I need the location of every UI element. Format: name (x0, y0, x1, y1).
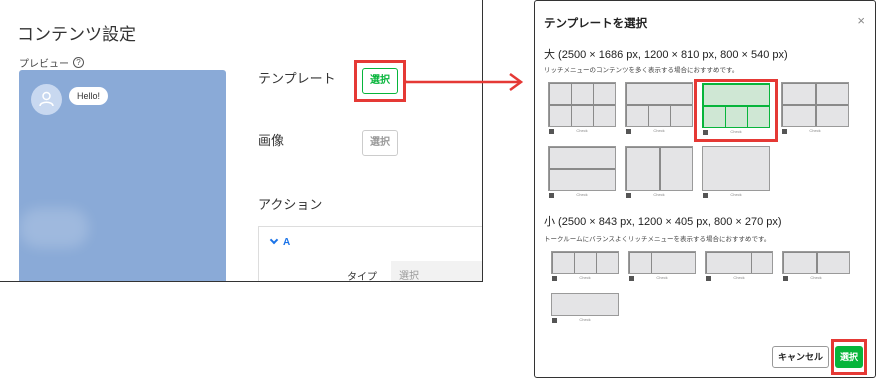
select-button[interactable]: 選択 (835, 346, 863, 368)
chat-bubble: Hello! (69, 87, 109, 105)
close-icon[interactable]: × (857, 13, 865, 28)
thumb-caption: Check (653, 192, 665, 197)
type-select[interactable]: 選択 (391, 261, 482, 281)
template-large-2-cols[interactable]: Check (625, 146, 693, 200)
template-small-3[interactable]: Check (551, 251, 619, 283)
avatar (31, 84, 62, 115)
chevron-down-icon (269, 235, 279, 245)
image-label: 画像 (258, 133, 285, 148)
template-large-2-rows[interactable]: Check (548, 146, 616, 200)
template-small-2[interactable]: Check (782, 251, 850, 283)
template-select-button[interactable]: 選択 (362, 68, 398, 94)
help-icon[interactable]: ? (73, 57, 84, 68)
thumb-caption: Check (656, 275, 668, 280)
preview-label: プレビュー ? (19, 55, 84, 70)
template-large-6[interactable]: Check (548, 82, 616, 136)
content-settings-panel: コンテンツ設定 プレビュー ? Hello! テンプレート 選択 画像 選択 ア… (0, 0, 483, 282)
dialog-title: テンプレートを選択 (544, 18, 648, 30)
template-large-1-3[interactable]: Check (625, 82, 693, 136)
image-select-button[interactable]: 選択 (362, 130, 398, 156)
thumb-caption: Check (579, 275, 591, 280)
thumb-caption: Check (733, 275, 745, 280)
thumb-caption: Check (579, 317, 591, 322)
template-large-4[interactable]: Check (781, 82, 849, 136)
action-label: アクション (258, 197, 323, 212)
template-small-2-1[interactable]: Check (705, 251, 773, 283)
action-item-a[interactable]: A (269, 235, 291, 248)
template-small-1[interactable]: Check (551, 293, 619, 325)
template-label: テンプレート (258, 71, 336, 86)
flow-arrow (403, 72, 524, 92)
small-section-title: 小 (2500 × 843 px, 1200 × 405 px, 800 × 2… (544, 216, 782, 228)
large-section-title: 大 (2500 × 1686 px, 1200 × 810 px, 800 × … (544, 49, 788, 61)
thumb-caption: Check (576, 192, 588, 197)
template-select-dialog: テンプレートを選択 × 大 (2500 × 1686 px, 1200 × 81… (534, 0, 876, 378)
page-title: コンテンツ設定 (17, 25, 136, 44)
template-large-selected[interactable]: Check (702, 83, 770, 137)
thumb-caption: Check (730, 129, 742, 134)
preview-label-text: プレビュー (19, 59, 69, 70)
thumb-caption: Check (809, 128, 821, 133)
cancel-button[interactable]: キャンセル (772, 346, 829, 368)
small-section-subtitle: トークルームにバランスよくリッチメニューを表示する場合におすすめです。 (544, 236, 771, 243)
chat-preview: Hello! (19, 70, 226, 281)
thumb-caption: Check (576, 128, 588, 133)
preview-decoration (19, 208, 89, 248)
user-icon (39, 91, 54, 107)
thumb-caption: Check (810, 275, 822, 280)
template-small-1-2[interactable]: Check (628, 251, 696, 283)
thumb-caption: Check (653, 128, 665, 133)
type-label: タイプ (347, 272, 377, 282)
action-item-label: A (283, 237, 291, 248)
template-large-1[interactable]: Check (702, 146, 770, 200)
thumb-caption: Check (730, 192, 742, 197)
action-panel: A タイプ 選択 (258, 226, 482, 282)
large-section-subtitle: リッチメニューのコンテンツを多く表示する場合におすすめです。 (544, 67, 739, 74)
